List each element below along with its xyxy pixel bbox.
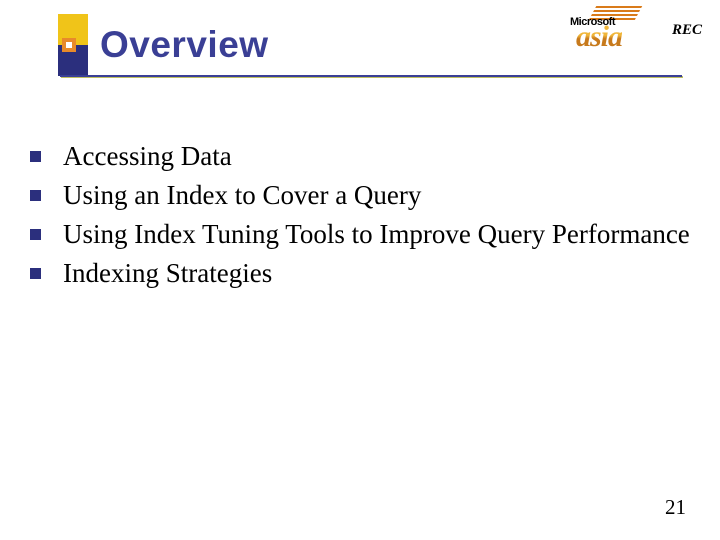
logo-microsoft-text: Microsoft	[570, 16, 615, 28]
list-item: Using Index Tuning Tools to Improve Quer…	[30, 218, 690, 251]
rec-label: REC	[672, 22, 702, 39]
title-ornament	[58, 14, 88, 76]
microsoft-asia-logo: asia Microsoft	[570, 6, 650, 56]
list-item-text: Accessing Data	[63, 140, 232, 173]
square-bullet-icon	[30, 151, 41, 162]
list-item: Accessing Data	[30, 140, 690, 173]
bullet-list: Accessing Data Using an Index to Cover a…	[30, 140, 690, 296]
list-item-text: Using an Index to Cover a Query	[63, 179, 421, 212]
list-item-text: Using Index Tuning Tools to Improve Quer…	[63, 218, 690, 251]
square-bullet-icon	[30, 229, 41, 240]
slide-title-block: Overview	[58, 14, 269, 76]
title-underline	[60, 75, 682, 77]
list-item: Using an Index to Cover a Query	[30, 179, 690, 212]
square-bullet-icon	[30, 268, 41, 279]
square-bullet-icon	[30, 190, 41, 201]
page-number: 21	[665, 495, 686, 520]
slide-title: Overview	[100, 24, 269, 66]
list-item-text: Indexing Strategies	[63, 257, 272, 290]
list-item: Indexing Strategies	[30, 257, 690, 290]
